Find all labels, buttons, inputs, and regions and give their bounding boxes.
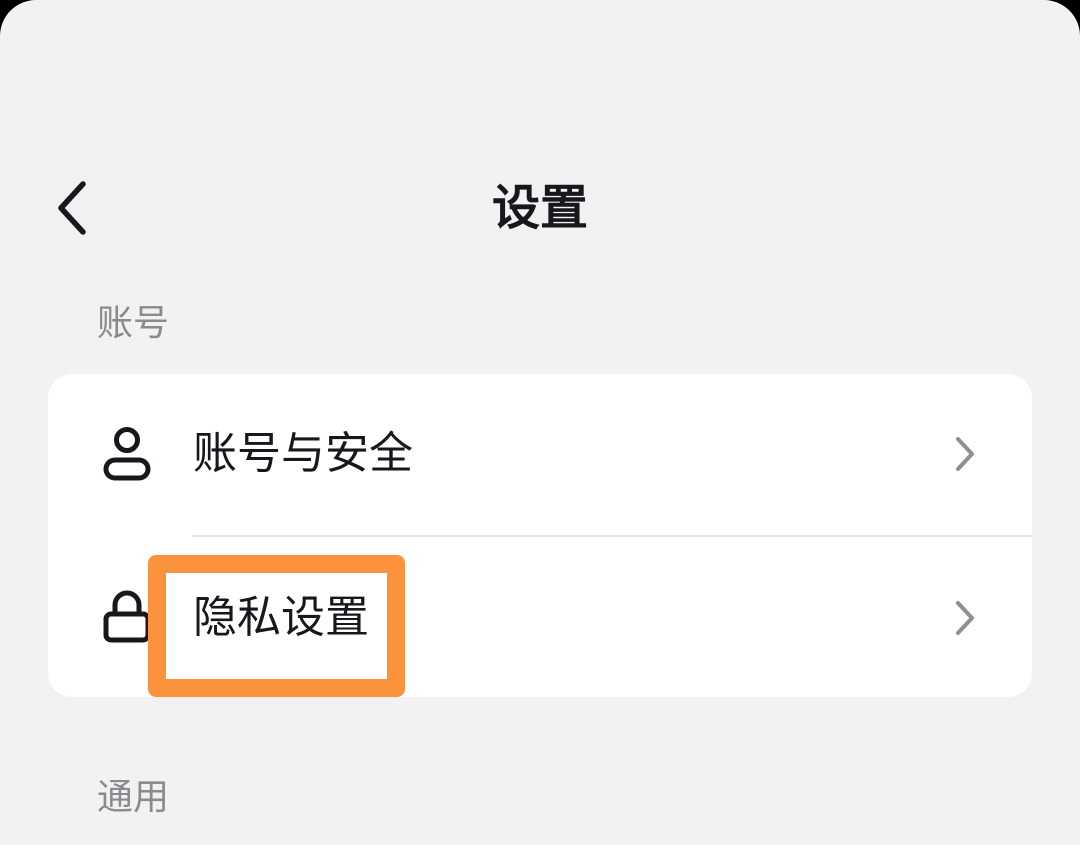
settings-screen: 设置 账号 账号与安全 隐私设置 通用 [0, 0, 1080, 845]
list-item-account-security[interactable]: 账号与安全 [48, 374, 1032, 535]
section-header-account: 账号 [97, 303, 170, 344]
account-settings-card: 账号与安全 隐私设置 [48, 374, 1032, 697]
section-header-general: 通用 [97, 777, 170, 818]
list-item-label: 隐私设置 [193, 592, 369, 643]
page-title: 设置 [491, 180, 588, 236]
chevron-right-icon [952, 434, 978, 474]
lock-icon [102, 588, 152, 644]
list-item-privacy-settings[interactable]: 隐私设置 [48, 536, 1032, 697]
list-item-label: 账号与安全 [193, 428, 413, 479]
chevron-right-icon [952, 598, 978, 638]
person-icon [102, 426, 152, 482]
